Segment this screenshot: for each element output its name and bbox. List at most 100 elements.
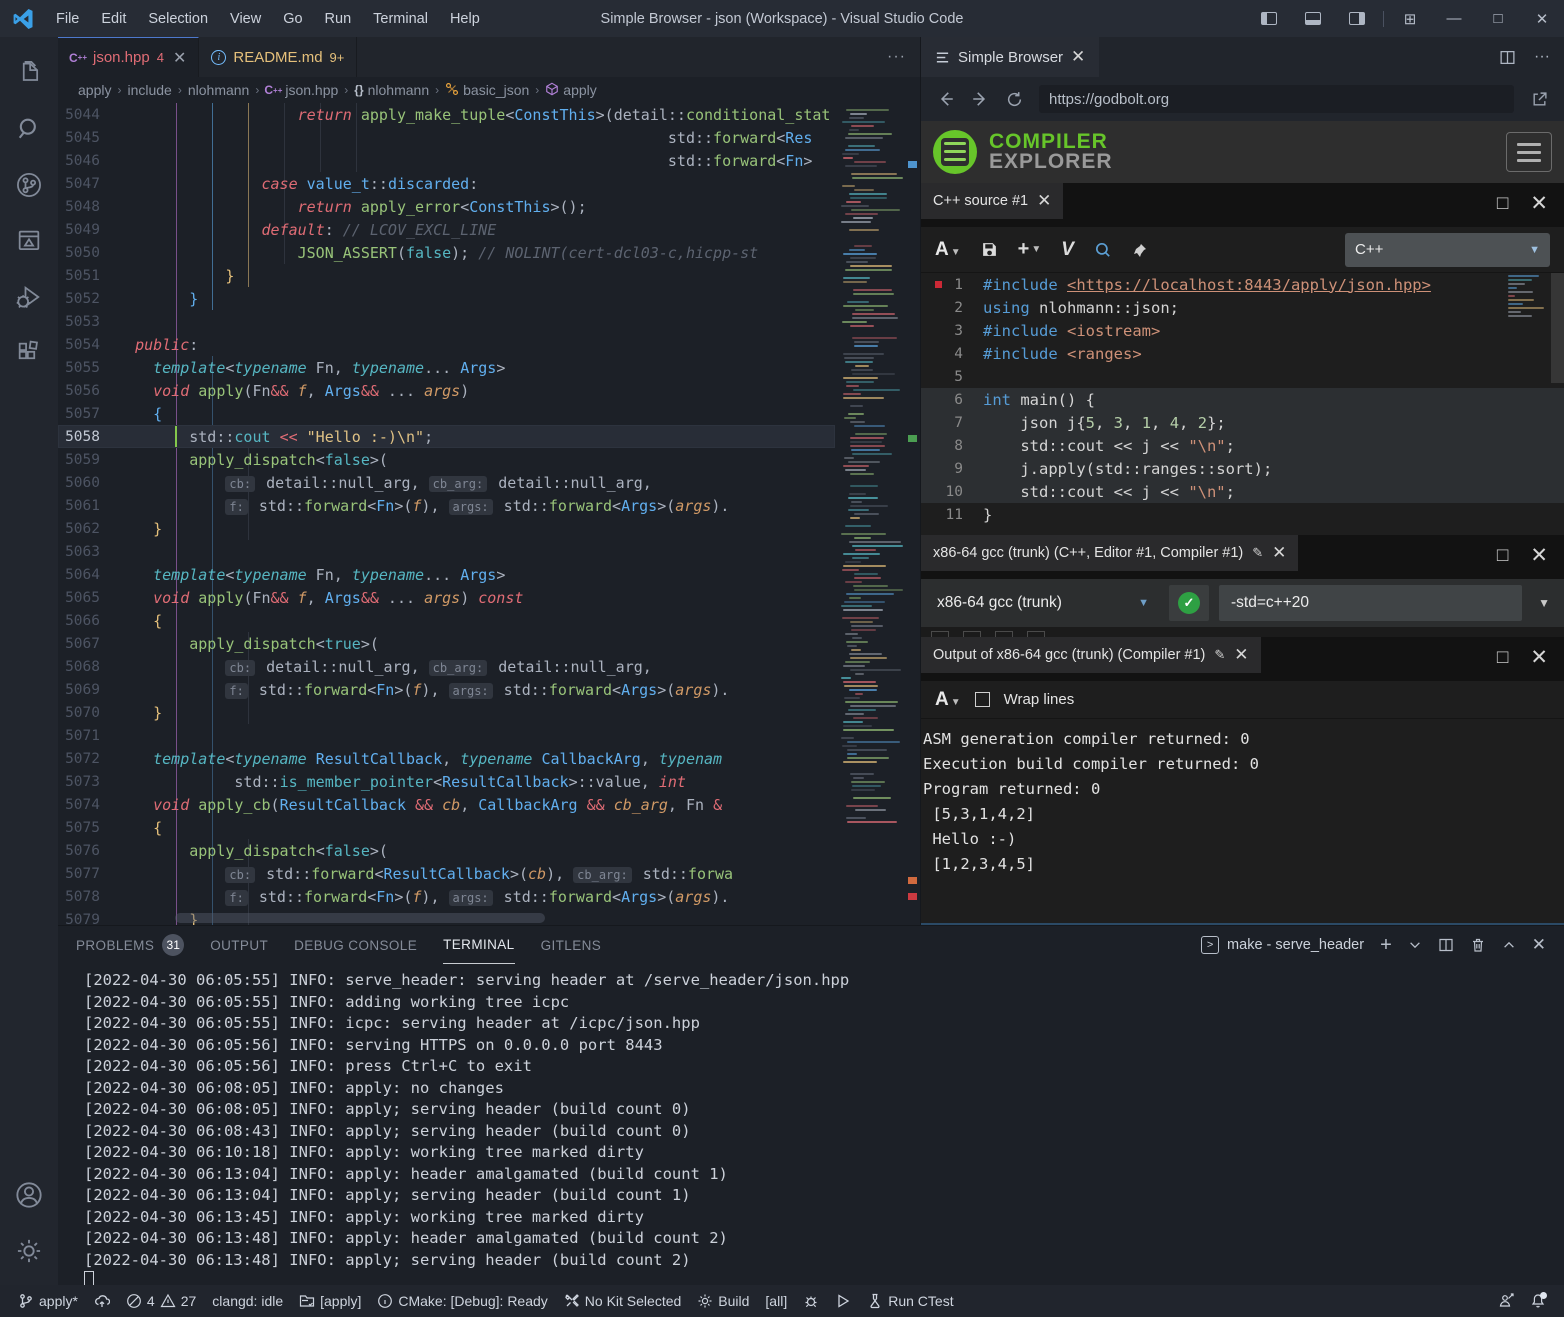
save-icon[interactable] [981, 241, 998, 258]
statusbar-cmake-build[interactable]: Build [689, 1285, 757, 1317]
source-pane-tab[interactable]: C++ source #1 ✕ [921, 183, 1063, 219]
output-font-size-button[interactable]: A▼ [935, 689, 961, 711]
statusbar-feedback[interactable] [1490, 1285, 1522, 1317]
compiler-options-input[interactable]: -std=c++20 [1219, 585, 1522, 621]
breadcrumb-item-nlohmann[interactable]: {}nlohmann [354, 82, 429, 98]
breadcrumb[interactable]: apply›include›nlohmann›C++json.hpp›{}nlo… [58, 77, 920, 103]
compiler-select[interactable]: x86-64 gcc (trunk) ▼ [929, 594, 1159, 612]
statusbar-notifications[interactable] [1522, 1285, 1554, 1317]
close-window-icon[interactable]: ✕ [1520, 0, 1564, 37]
code-editor[interactable]: 5044 return apply_make_tuple<ConstThis>(… [58, 103, 920, 925]
panel-tab-terminal[interactable]: TERMINAL [443, 926, 514, 964]
close-pane-icon[interactable]: ✕ [1530, 543, 1548, 568]
menu-file[interactable]: File [45, 0, 90, 37]
activity-run-debug-icon[interactable] [0, 269, 58, 325]
zoom-icon[interactable] [1094, 241, 1112, 259]
toggle-panel-icon[interactable] [1291, 0, 1335, 37]
activity-cmake-icon[interactable] [0, 213, 58, 269]
close-pane-icon[interactable]: ✕ [1530, 645, 1548, 670]
statusbar-cmake-status[interactable]: CMake: [Debug]: Ready [369, 1285, 555, 1317]
breadcrumb-item-apply[interactable]: apply [78, 82, 111, 98]
new-terminal-icon[interactable]: + [1380, 934, 1392, 957]
hamburger-menu-icon[interactable] [1506, 132, 1552, 172]
terminal-output[interactable]: [2022-04-30 06:05:55] INFO: serve_header… [58, 964, 1564, 1285]
close-browser-tab-icon[interactable]: ✕ [1071, 47, 1085, 67]
menu-terminal[interactable]: Terminal [362, 0, 439, 37]
add-pane-button[interactable]: +▼ [1018, 238, 1042, 261]
statusbar-clangd-status[interactable]: clangd: idle [204, 1285, 291, 1317]
statusbar-build-target[interactable]: [all] [757, 1285, 795, 1317]
close-panel-icon[interactable]: ✕ [1532, 935, 1546, 955]
horizontal-scrollbar[interactable] [175, 913, 545, 923]
customize-layout-icon[interactable]: ⊞ [1388, 0, 1432, 37]
breadcrumb-item-apply[interactable]: apply [545, 82, 596, 99]
minimize-icon[interactable]: — [1432, 0, 1476, 37]
close-tab-icon[interactable]: ✕ [173, 48, 186, 68]
statusbar-cmake-kit[interactable]: No Kit Selected [556, 1285, 690, 1317]
editor-more-actions-icon[interactable]: ··· [873, 48, 920, 66]
activity-source-control-icon[interactable] [0, 157, 58, 213]
statusbar-run-ctest[interactable]: Run CTest [859, 1285, 961, 1317]
overview-ruler[interactable] [905, 103, 920, 925]
activity-explorer-icon[interactable] [0, 45, 58, 101]
menu-selection[interactable]: Selection [137, 0, 219, 37]
font-size-button[interactable]: A▼ [935, 239, 961, 261]
url-input[interactable]: https://godbolt.org [1039, 85, 1514, 113]
rename-pane-icon[interactable]: ✎ [1252, 545, 1263, 561]
back-icon[interactable] [931, 84, 961, 114]
reload-icon[interactable] [999, 84, 1029, 114]
menu-help[interactable]: Help [439, 0, 491, 37]
menu-edit[interactable]: Edit [90, 0, 137, 37]
breadcrumb-item-json.hpp[interactable]: C++json.hpp [265, 82, 338, 98]
maximize-pane-icon[interactable]: □ [1497, 193, 1508, 215]
statusbar-launch-target[interactable] [827, 1285, 859, 1317]
menu-view[interactable]: View [219, 0, 272, 37]
rename-pane-icon[interactable]: ✎ [1214, 647, 1225, 663]
panel-tab-debug-console[interactable]: DEBUG CONSOLE [294, 926, 417, 964]
forward-icon[interactable] [965, 84, 995, 114]
tab-json.hpp[interactable]: C++json.hpp4✕ [58, 37, 199, 77]
split-editor-icon[interactable] [1499, 49, 1516, 66]
tab-README.md[interactable]: iREADME.md9+ [199, 37, 357, 77]
terminal-dropdown-icon[interactable] [1408, 938, 1422, 952]
compiler-output[interactable]: ASM generation compiler returned: 0 Exec… [921, 719, 1564, 925]
maximize-panel-icon[interactable] [1502, 938, 1516, 952]
language-select[interactable]: C++ ▼ [1345, 233, 1550, 267]
activity-search-icon[interactable] [0, 101, 58, 157]
open-external-icon[interactable] [1524, 84, 1554, 114]
options-chevron-down-icon[interactable]: ▼ [1532, 596, 1556, 610]
activity-extensions-icon[interactable] [0, 325, 58, 381]
terminal-instance[interactable]: > make - serve_header [1201, 936, 1364, 954]
toggle-secondary-sidebar-icon[interactable] [1335, 0, 1379, 37]
breadcrumb-item-basic_json[interactable]: basic_json [445, 82, 529, 99]
close-source-pane-icon[interactable]: ✕ [1037, 191, 1051, 211]
close-output-pane-icon[interactable]: ✕ [1234, 645, 1248, 665]
panel-tab-output[interactable]: OUTPUT [210, 926, 268, 964]
menu-run[interactable]: Run [314, 0, 363, 37]
kill-terminal-icon[interactable] [1470, 937, 1486, 953]
panel-tab-problems[interactable]: PROBLEMS31 [76, 926, 184, 964]
close-pane-icon[interactable]: ✕ [1530, 191, 1548, 216]
godbolt-scrollbar[interactable] [1551, 273, 1564, 383]
toggle-sidebar-icon[interactable] [1247, 0, 1291, 37]
split-terminal-icon[interactable] [1438, 937, 1454, 953]
breadcrumb-item-include[interactable]: include [127, 82, 171, 98]
compiler-pane-tab[interactable]: x86-64 gcc (trunk) (C++, Editor #1, Comp… [921, 535, 1298, 571]
maximize-pane-icon[interactable]: □ [1497, 545, 1508, 567]
pin-icon[interactable] [1132, 242, 1148, 258]
browser-more-actions-icon[interactable]: ··· [1534, 48, 1550, 66]
tab-simple-browser[interactable]: Simple Browser ✕ [921, 37, 1099, 77]
output-pane-tab[interactable]: Output of x86-64 gcc (trunk) (Compiler #… [921, 637, 1261, 673]
wrap-lines-checkbox[interactable] [975, 692, 990, 707]
breadcrumb-item-nlohmann[interactable]: nlohmann [188, 82, 250, 98]
activity-manage-icon[interactable] [0, 1223, 58, 1279]
maximize-pane-icon[interactable]: □ [1497, 647, 1508, 669]
minimap[interactable] [835, 103, 905, 925]
activity-accounts-icon[interactable] [0, 1167, 58, 1223]
menu-go[interactable]: Go [272, 0, 313, 37]
statusbar-publish-changes[interactable] [86, 1285, 118, 1317]
statusbar-problems[interactable]: 427 [118, 1285, 204, 1317]
vim-toggle-button[interactable]: V [1061, 239, 1074, 261]
panel-tab-gitlens[interactable]: GITLENS [541, 926, 602, 964]
statusbar-git-branch[interactable]: apply* [10, 1285, 86, 1317]
